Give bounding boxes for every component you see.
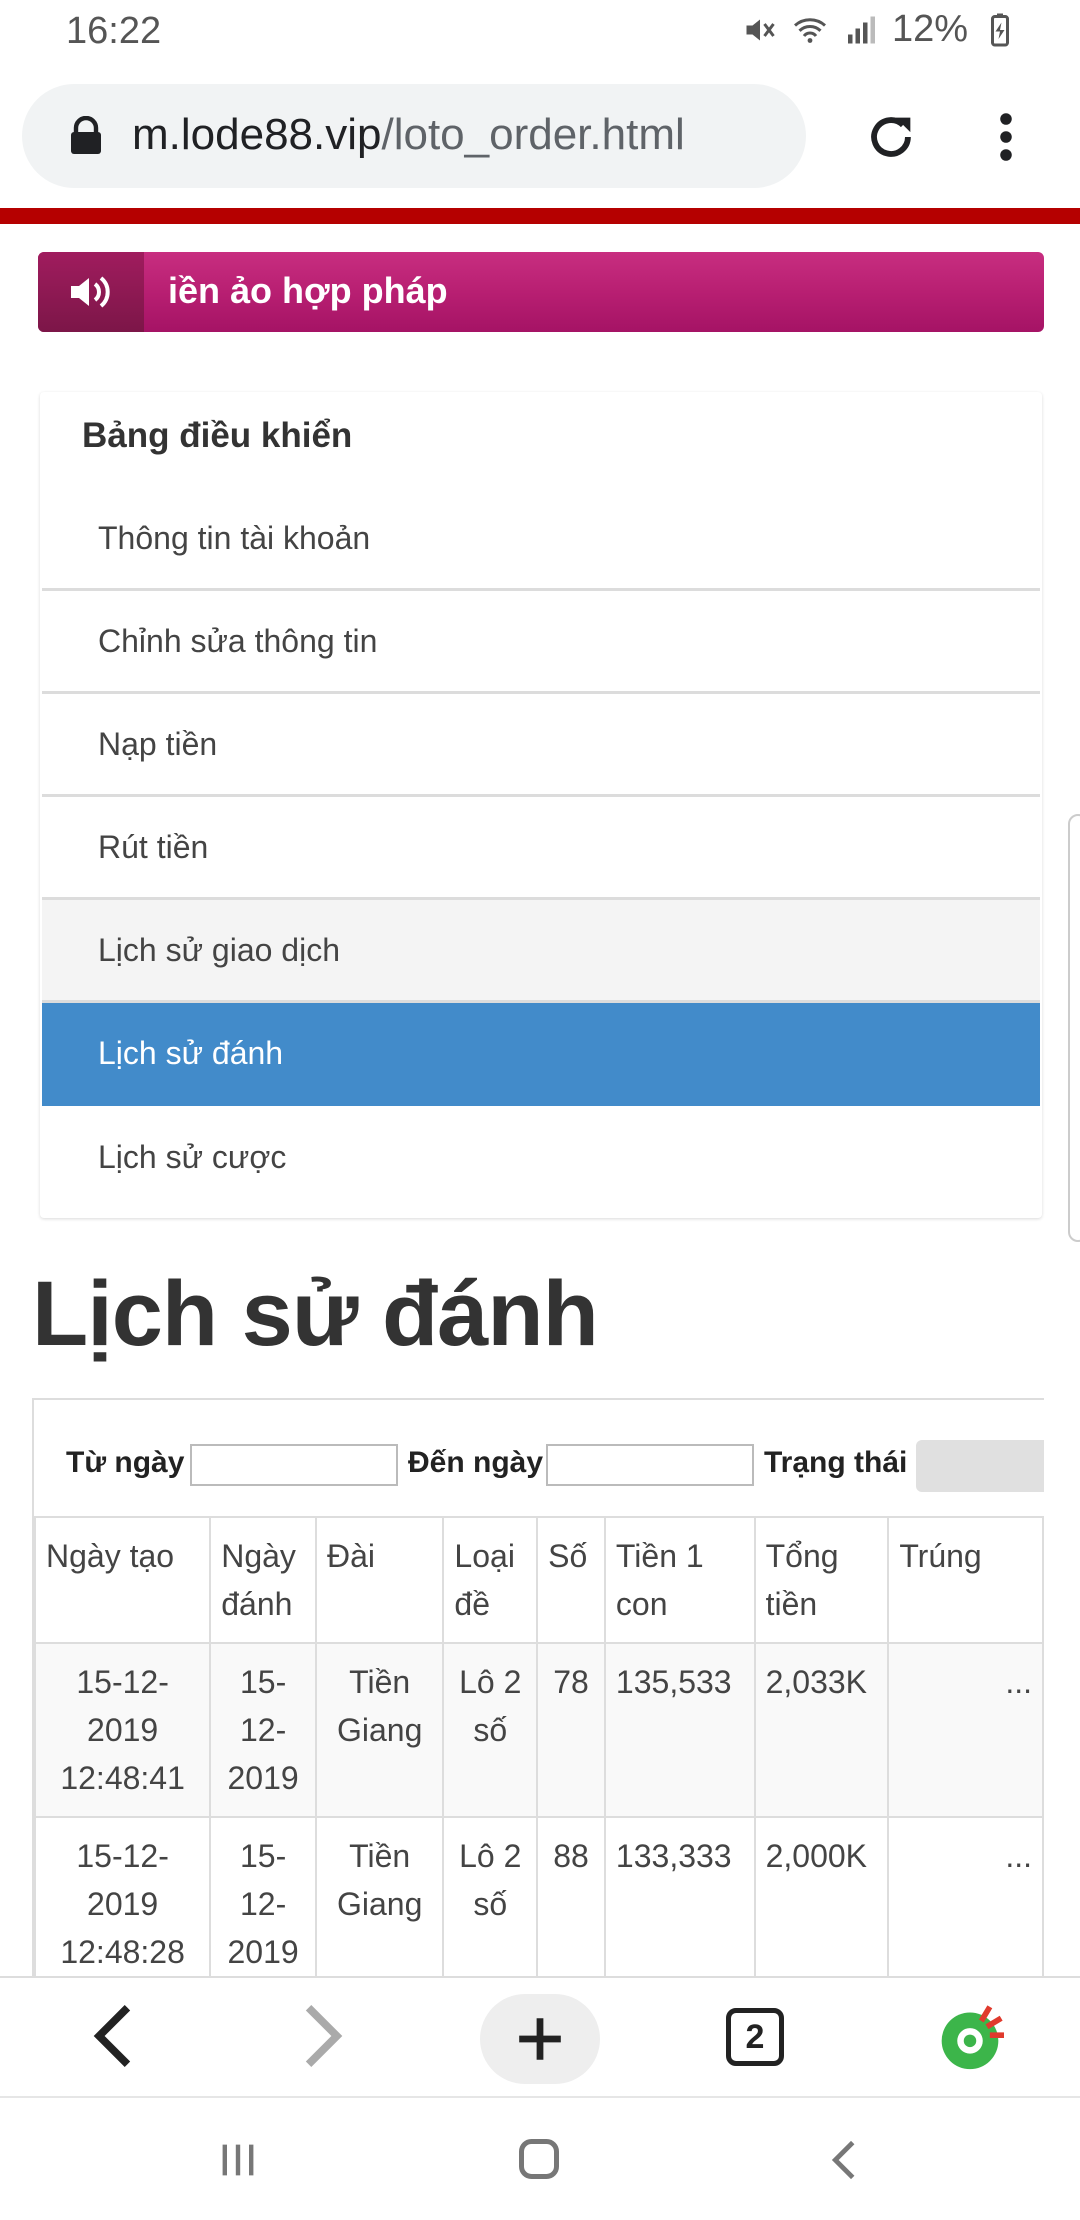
url-domain: m.lode88.vip	[132, 110, 382, 159]
header-divider	[0, 208, 1080, 224]
status-select[interactable]	[916, 1440, 1044, 1492]
signal-icon	[847, 16, 875, 43]
col-total: Tổng tiền	[753, 1516, 890, 1644]
menu-item-bet-history[interactable]: Lịch sử cược	[42, 1106, 1040, 1209]
menu-item-deposit[interactable]: Nạp tiền	[42, 694, 1040, 797]
cell-per-unit: 133,333	[603, 1816, 756, 1978]
cell-date: 15-12-2019	[209, 1642, 317, 1818]
forward-icon[interactable]	[296, 2000, 352, 2072]
cell-created: 15-12-2019 12:48:28	[34, 1816, 212, 1978]
to-date-label: Đến ngày	[408, 1446, 544, 1479]
battery-percent: 12%	[891, 8, 968, 50]
coc-coc-icon[interactable]	[936, 2004, 1004, 2072]
cell-win[interactable]: ...	[887, 1816, 1044, 1978]
status-label: Trạng thái	[764, 1446, 908, 1479]
cell-total: 2,033K	[753, 1642, 890, 1818]
recent-apps-icon[interactable]	[216, 2138, 260, 2182]
col-win: Trúng	[887, 1516, 1044, 1644]
panel-title: Bảng điều khiển	[82, 416, 353, 455]
new-tab-button[interactable]	[480, 1994, 600, 2084]
menu-item-transaction-history[interactable]: Lịch sử giao dịch	[42, 900, 1040, 1003]
cell-station: Tiền Giang	[314, 1642, 445, 1818]
from-date-input[interactable]	[190, 1444, 398, 1486]
battery-charging-icon	[991, 13, 1009, 46]
table-header-row: Ngày tạo Ngày đánh Đài Loại đề Số Tiền 1…	[34, 1516, 1044, 1644]
to-date-input[interactable]	[546, 1444, 754, 1486]
page-title: Lịch sử đánh	[32, 1263, 599, 1365]
cell-total: 2,000K	[753, 1816, 890, 1978]
from-date-label: Từ ngày	[66, 1446, 185, 1479]
browser-toolbar: 2	[0, 1976, 1080, 2096]
col-date: Ngày đánh	[209, 1516, 317, 1644]
cell-win[interactable]: ...	[887, 1642, 1044, 1818]
url-field[interactable]: m.lode88.vip/loto_order.html	[22, 84, 806, 188]
system-nav-bar	[0, 2096, 1080, 2220]
table-row[interactable]: 15-12-2019 12:48:41 15-12-2019 Tiền Gian…	[34, 1642, 1044, 1818]
cell-type: Lô 2 số	[442, 1816, 539, 1978]
reload-icon[interactable]	[862, 108, 920, 166]
table-row[interactable]: 15-12-2019 12:48:28 15-12-2019 Tiền Gian…	[34, 1816, 1044, 1978]
status-icons: 12%	[742, 8, 1018, 51]
menu-item-play-history[interactable]: Lịch sử đánh	[42, 1003, 1040, 1106]
more-vert-icon[interactable]	[990, 110, 1022, 164]
col-number: Số	[536, 1516, 606, 1644]
status-time: 16:22	[66, 10, 162, 52]
history-table: Ngày tạo Ngày đánh Đài Loại đề Số Tiền 1…	[34, 1516, 1044, 1978]
col-station: Đài	[314, 1516, 445, 1644]
cell-per-unit: 135,533	[603, 1642, 756, 1818]
tab-switcher-button[interactable]: 2	[726, 2008, 784, 2066]
dashboard-panel: Bảng điều khiển Thông tin tài khoản Chỉn…	[40, 392, 1042, 1218]
cell-type: Lô 2 số	[442, 1642, 539, 1818]
col-created: Ngày tạo	[34, 1516, 212, 1644]
home-icon[interactable]	[514, 2134, 564, 2184]
url-path: /loto_order.html	[381, 110, 685, 159]
col-type: Loại đề	[442, 1516, 539, 1644]
menu-item-withdraw[interactable]: Rút tiền	[42, 797, 1040, 900]
edge-panel-handle[interactable]	[1068, 814, 1080, 1242]
wifi-icon	[793, 17, 826, 43]
cell-date: 15-12-2019	[209, 1816, 317, 1978]
filter-row: Từ ngày Đến ngày Trạng thái	[34, 1400, 1044, 1516]
cell-number: 78	[536, 1642, 606, 1818]
system-back-icon[interactable]	[822, 2136, 866, 2184]
cell-station: Tiền Giang	[314, 1816, 445, 1978]
mute-icon	[746, 19, 775, 40]
browser-address-bar: m.lode88.vip/loto_order.html	[0, 64, 1080, 208]
menu-item-account-info[interactable]: Thông tin tài khoản	[42, 488, 1040, 591]
banner-text: iền ảo hợp pháp	[168, 270, 448, 311]
back-icon[interactable]	[84, 2000, 140, 2072]
dashboard-menu: Thông tin tài khoản Chỉnh sửa thông tin …	[42, 488, 1040, 1209]
status-bar: 16:22 12%	[0, 0, 1080, 64]
lock-icon[interactable]	[68, 116, 104, 156]
plus-icon	[519, 2018, 561, 2060]
cell-created: 15-12-2019 12:48:41	[34, 1642, 212, 1818]
history-table-container[interactable]: Từ ngày Đến ngày Trạng thái Ngày tạo Ngà…	[32, 1398, 1044, 1978]
announcement-banner: iền ảo hợp pháp	[38, 252, 1044, 332]
menu-item-edit-info[interactable]: Chỉnh sửa thông tin	[42, 591, 1040, 694]
cell-number: 88	[536, 1816, 606, 1978]
url-text[interactable]: m.lode88.vip/loto_order.html	[132, 110, 685, 160]
col-per-unit: Tiền 1 con	[603, 1516, 756, 1644]
speaker-icon	[38, 252, 144, 332]
